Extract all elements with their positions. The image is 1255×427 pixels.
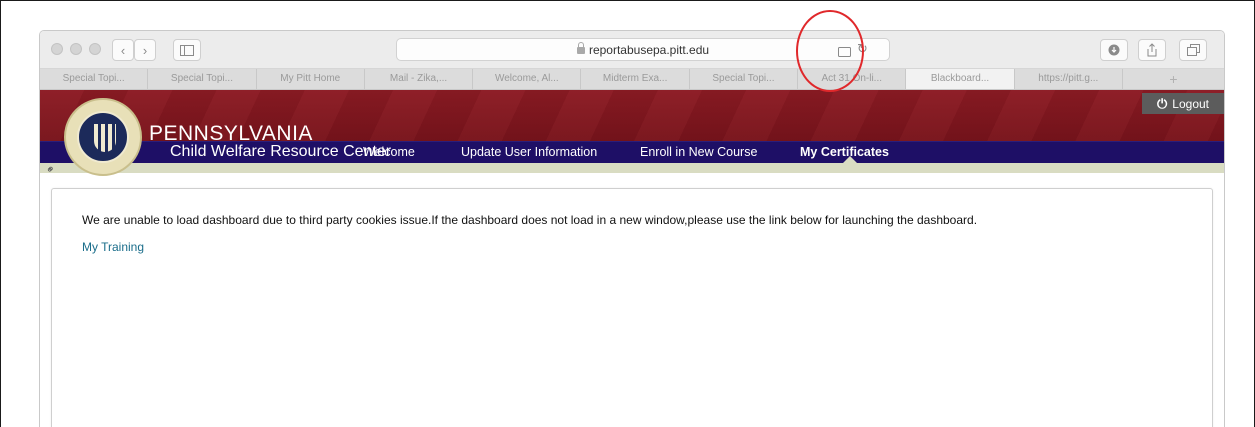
share-button[interactable] bbox=[1138, 39, 1166, 61]
browser-tab[interactable]: Special Topi... bbox=[40, 69, 149, 89]
chevron-left-icon: ‹ bbox=[120, 42, 126, 58]
active-nav-indicator bbox=[842, 156, 858, 164]
tab-bar: Special Topi... Special Topi... My Pitt … bbox=[40, 69, 1224, 90]
browser-tab[interactable]: Midterm Exa... bbox=[581, 69, 690, 89]
red-annotation-circle bbox=[796, 10, 864, 92]
logout-label: Logout bbox=[1172, 96, 1209, 111]
downloads-button[interactable] bbox=[1100, 39, 1128, 61]
nav-update-user-information[interactable]: Update User Information bbox=[461, 145, 597, 159]
browser-tab[interactable]: Welcome, Al... bbox=[473, 69, 582, 89]
nav-enroll-in-new-course[interactable]: Enroll in New Course bbox=[640, 145, 757, 159]
nav-underline-strip bbox=[40, 163, 1224, 173]
power-icon: ⏻ bbox=[1157, 95, 1168, 111]
browser-tab[interactable]: Mail - Zika,... bbox=[365, 69, 474, 89]
minimize-window-button[interactable] bbox=[70, 43, 82, 55]
university-seal-logo bbox=[64, 98, 142, 176]
show-tabs-button[interactable] bbox=[1179, 39, 1207, 61]
tabs-overview-icon bbox=[1186, 44, 1200, 56]
zoom-window-button[interactable] bbox=[89, 43, 101, 55]
browser-tab[interactable]: Special Topi... bbox=[690, 69, 799, 89]
download-icon bbox=[1108, 44, 1120, 56]
share-icon bbox=[1147, 43, 1157, 57]
browser-tab[interactable]: My Pitt Home bbox=[257, 69, 365, 89]
sidebar-toggle-button[interactable] bbox=[173, 39, 201, 61]
my-training-link[interactable]: My Training bbox=[82, 240, 144, 254]
brand-subtitle: Child Welfare Resource Center bbox=[170, 143, 392, 160]
browser-window: ‹ › reportabusepa.pitt.edu ↻ Special Top… bbox=[39, 30, 1225, 427]
cookie-warning-message: We are unable to load dashboard due to t… bbox=[82, 213, 978, 227]
back-button[interactable]: ‹ bbox=[112, 39, 134, 61]
forward-button[interactable]: › bbox=[134, 39, 156, 61]
logout-button[interactable]: ⏻ Logout bbox=[1142, 93, 1224, 114]
lock-icon bbox=[576, 42, 585, 54]
chevron-right-icon: › bbox=[142, 42, 148, 58]
browser-toolbar: ‹ › reportabusepa.pitt.edu ↻ bbox=[40, 31, 1224, 69]
close-window-button[interactable] bbox=[51, 43, 63, 55]
browser-tab[interactable]: Special Topi... bbox=[148, 69, 257, 89]
address-url: reportabusepa.pitt.edu bbox=[588, 42, 710, 57]
browser-tab[interactable]: https://pitt.g... bbox=[1015, 69, 1123, 89]
new-tab-button[interactable]: + bbox=[1123, 69, 1224, 89]
content-panel: We are unable to load dashboard due to t… bbox=[51, 188, 1213, 427]
browser-tab-active[interactable]: Blackboard... bbox=[906, 69, 1015, 89]
sidebar-icon bbox=[180, 44, 194, 56]
